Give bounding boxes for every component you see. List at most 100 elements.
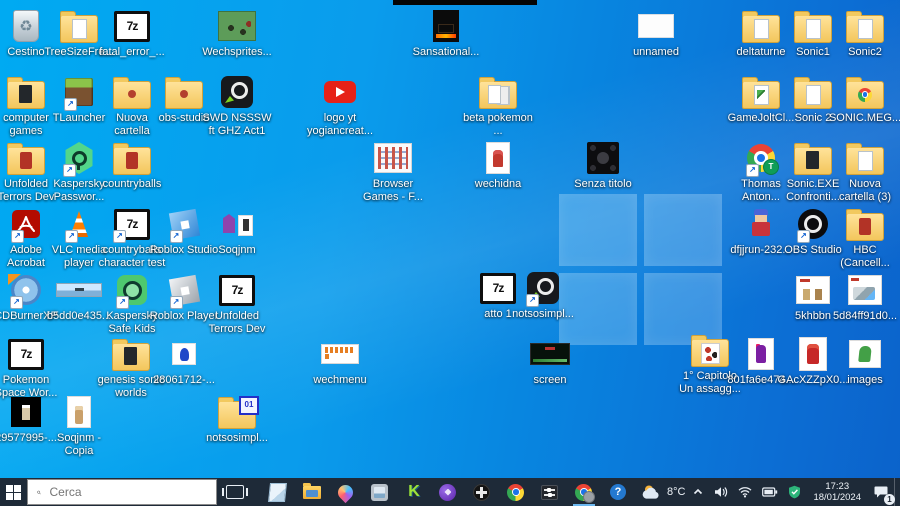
show-desktop-button[interactable] [894,478,900,506]
desktop-icon[interactable]: countryballs [97,140,167,191]
folder-icon [794,142,832,175]
search-input[interactable] [47,484,207,500]
taskbar-app-paint-app[interactable] [329,478,363,506]
desktop-icon-label: screen [533,374,567,386]
shield-check-icon [789,485,801,499]
taskbar-app-row: K? [261,478,635,506]
notepad-app-icon [268,482,288,502]
desktop-icon-label: notsosimpl... [206,432,268,444]
folder-icon [742,10,780,43]
clock-date: 18/01/2024 [813,492,861,503]
desktop-icon-label: 28061712-... [153,374,215,386]
battery-icon [762,487,778,497]
white-image-thumbnail [638,14,674,38]
folder-icon [846,10,884,43]
7zip-archive-icon: 7z [219,274,255,306]
clock-time: 17:23 [825,481,850,492]
task-view-icon [221,485,248,499]
desktop-icon[interactable]: HBC (Cancell... [830,206,900,269]
desktop-icon[interactable]: 28061712-... [149,336,219,387]
folder-icon [113,142,151,175]
taskbar-app-k-app[interactable]: K [397,478,431,506]
folder-icon [846,76,884,109]
taskbar-app-file-explorer[interactable] [295,478,329,506]
desktop-icon-label: Sonic 2 [794,112,832,124]
tray-overflow-button[interactable] [687,478,709,506]
desktop-icon-label: HBC (Cancell... [840,244,890,269]
weather-button[interactable] [635,478,667,506]
desktop-icon[interactable]: wechmenu [305,336,375,387]
chrome-profile-taskbar-icon [575,483,596,503]
desktop-icon[interactable]: beta pokemon ... [463,74,533,137]
shortcut-arrow-icon: ↗ [11,230,24,243]
task-view-button[interactable] [221,478,248,506]
profile-blob-badge [583,490,596,503]
desktop-icon[interactable]: Nuova cartella (3) [830,140,900,203]
action-center-button[interactable]: 1 [868,478,895,506]
photos-app-icon [371,483,389,501]
desktop-icon-label: Cestino [7,46,45,58]
purple-sprite-thumbnail [748,338,774,370]
windows-desktop-screen: ♻ Cestino TreeSizeFre... 7z fatal_error_... W… [0,0,900,506]
page-overlay [754,18,769,39]
temperature-label[interactable]: 8°C [667,486,687,498]
desktop-icon[interactable]: wechidna [463,140,533,191]
folder-icon [7,76,45,109]
taskbar-app-purple-app[interactable] [431,478,465,506]
red-overlay [126,151,138,169]
desktop-icon[interactable]: 5d84ff91d0... [830,272,900,323]
taskbar-app-gamepad-app[interactable] [465,478,499,506]
desktop-icon[interactable]: SONIC.MEG... [828,74,900,125]
shortcut-arrow-icon: ↗ [63,164,76,177]
desktop-icon[interactable]: 7z Pokemon Space Wor... [0,336,61,399]
folder-icon [846,142,884,175]
desktop-icon[interactable]: 01 notsosimpl... [202,394,272,445]
taskbar-app-mixer-app[interactable] [533,478,567,506]
desktop-icon[interactable]: Senza titolo [568,140,638,191]
desktop-icon-label: notsosimpl... [512,308,574,320]
shortcut-arrow-icon: ↗ [746,164,759,177]
menu-sprites-thumbnail [321,344,359,364]
volume-button[interactable] [709,478,733,506]
desktop-icon-label: wechmenu [313,374,367,386]
security-button[interactable] [783,478,806,506]
desktop-icon[interactable]: Sonic2 [830,8,900,59]
battery-button[interactable] [757,478,783,506]
taskbar-app-chrome[interactable] [499,478,533,506]
taskbar-app-photos-app[interactable] [363,478,397,506]
desktop-icon[interactable]: screen [515,336,585,387]
taskbar-app-help-app[interactable]: ? [601,478,635,506]
shortcut-arrow-icon: ↗ [10,296,23,309]
desktop-icon[interactable]: Soqjnm - Copia [44,394,114,457]
desktop-icon[interactable]: Wechsprites... [202,8,272,59]
desktop-icon[interactable]: logo yt yogiancreat... [305,74,375,137]
desktop-icon[interactable]: Soqjnm [202,206,272,257]
desktop-icon-label: logo yt yogiancreat... [306,112,374,137]
dot-overlay [128,89,136,98]
clock[interactable]: 17:23 18/01/2024 [806,481,868,503]
fnf-character-sprite-thumbnail [748,209,774,239]
taskbar-search-box[interactable] [26,479,217,505]
start-button[interactable] [0,478,27,506]
desktop-icon-label: Soqjnm [218,244,256,256]
desktop-icon-label: countryballs [102,178,162,190]
dark-overlay [806,150,819,169]
desktop-icon[interactable]: SWD NSSSW ft GHZ Act1 [202,74,272,137]
taskbar-app-notepad-app[interactable] [261,478,295,506]
page-overlay [806,18,821,39]
7zip-archive-icon: 7z [8,338,44,370]
desktop-icon[interactable]: unnamed [621,8,691,59]
desktop-icon-label: SONIC.MEG... [828,112,900,124]
paint-drop-icon [335,481,357,503]
desktop-icon[interactable]: Browser Games - F... [358,140,428,203]
desktop-icon[interactable]: 7z fatal_error_... [97,8,167,59]
network-button[interactable] [733,478,757,506]
desktop-icon[interactable]: Sansational... [411,8,481,59]
taskbar-app-chrome-profile[interactable] [567,478,601,506]
pages-overlay [488,84,501,104]
echidna-sprite-thumbnail [486,142,510,174]
desktop-icon[interactable]: ↗ notsosimpl... [508,270,578,321]
desktop-icon[interactable]: images [830,336,900,387]
desktop-icon[interactable]: 7z Unfolded Terrors Dev [202,272,272,335]
shortcut-arrow-icon: ↗ [113,230,126,243]
